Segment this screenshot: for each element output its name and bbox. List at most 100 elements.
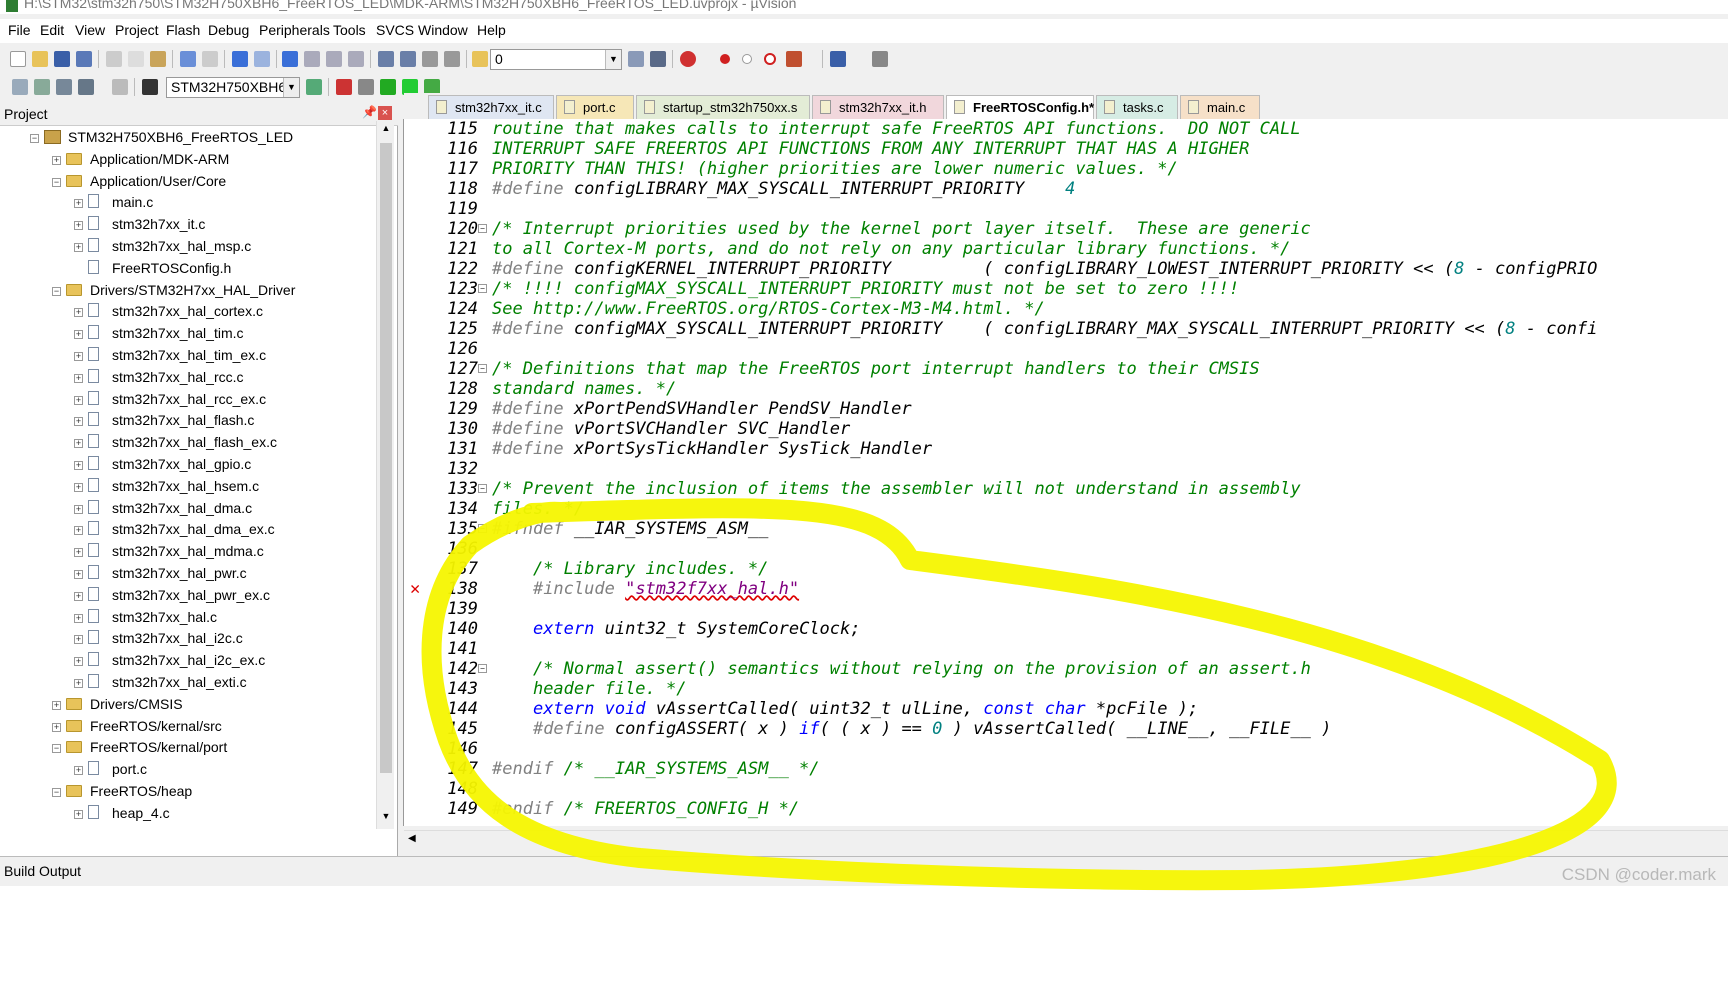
tree-file[interactable]: + stm32h7xx_hal_hsem.c <box>0 477 374 499</box>
tree-folder[interactable]: − Application/User/Core <box>0 172 374 194</box>
fold-toggle-icon[interactable]: − <box>478 284 487 293</box>
expand-toggle-icon[interactable]: + <box>74 221 83 231</box>
expand-toggle-icon[interactable]: + <box>74 439 83 449</box>
menu-edit[interactable]: Edit <box>40 22 64 38</box>
file-extensions-icon[interactable] <box>358 79 374 95</box>
tree-file[interactable]: + stm32h7xx_hal_tim.c <box>0 324 374 346</box>
breakpoint-disable-icon[interactable] <box>742 54 752 64</box>
expand-toggle-icon[interactable]: + <box>74 809 83 819</box>
code-line[interactable]: 133−/* Prevent the inclusion of items th… <box>404 479 1728 499</box>
tree-file[interactable]: + stm32h7xx_hal.c <box>0 608 374 630</box>
menu-tools[interactable]: Tools <box>333 22 366 38</box>
editor-horizontal-scrollbar[interactable]: ◀ <box>404 830 1728 848</box>
close-icon[interactable]: × <box>378 106 392 120</box>
expand-toggle-icon[interactable]: + <box>74 373 83 383</box>
code-line[interactable]: 146 <box>404 739 1728 759</box>
comment-icon[interactable] <box>422 51 438 67</box>
indent-icon[interactable] <box>378 51 394 67</box>
expand-toggle-icon[interactable]: + <box>52 722 61 732</box>
fold-toggle-icon[interactable]: − <box>478 664 487 673</box>
copy-icon[interactable] <box>128 51 144 67</box>
code-line[interactable]: 127−/* Definitions that map the FreeRTOS… <box>404 359 1728 379</box>
fold-toggle-icon[interactable]: − <box>478 484 487 493</box>
menu-project[interactable]: Project <box>115 22 159 38</box>
code-line[interactable]: 136 <box>404 539 1728 559</box>
menu-flash[interactable]: Flash <box>166 22 200 38</box>
tree-file[interactable]: + stm32h7xx_hal_pwr.c <box>0 564 374 586</box>
bookmark-next-icon[interactable] <box>326 51 342 67</box>
expand-toggle-icon[interactable]: + <box>74 482 83 492</box>
collapse-toggle-icon[interactable]: − <box>52 744 61 754</box>
tree-folder[interactable]: − FreeRTOS/heap <box>0 782 374 804</box>
save-icon[interactable] <box>54 51 70 67</box>
code-line[interactable]: 125 #define configMAX_SYSCALL_INTERRUPT_P… <box>404 319 1728 339</box>
tree-file[interactable]: + stm32h7xx_hal_pwr_ex.c <box>0 586 374 608</box>
code-line[interactable]: 145 #define configASSERT( x ) if( ( x ) … <box>404 719 1728 739</box>
code-line[interactable]: 143 header file. */ <box>404 679 1728 699</box>
nav-forward-icon[interactable] <box>254 51 270 67</box>
tree-file[interactable]: + stm32h7xx_it.c <box>0 215 374 237</box>
menu-file[interactable]: File <box>8 22 31 38</box>
tree-file[interactable]: + stm32h7xx_hal_tim_ex.c <box>0 346 374 368</box>
code-line[interactable]: 138 ✕ #include "stm32f7xx_hal.h" <box>404 579 1728 599</box>
menu-window[interactable]: Window <box>418 22 468 38</box>
code-line[interactable]: 139 <box>404 599 1728 619</box>
target-combo[interactable]: STM32H750XBH6_F ▼ <box>166 77 300 98</box>
fold-toggle-icon[interactable]: − <box>478 364 487 373</box>
cut-icon[interactable] <box>106 51 122 67</box>
menu-svcs[interactable]: SVCS <box>376 22 414 38</box>
tree-file[interactable]: CMSIS <box>0 826 374 828</box>
tree-file[interactable]: FreeRTOSConfig.h <box>0 259 374 281</box>
scroll-up-icon[interactable]: ▲ <box>379 123 393 137</box>
code-line[interactable]: 147 #endif /* __IAR_SYSTEMS_ASM__ */ <box>404 759 1728 779</box>
code-line[interactable]: 141 <box>404 639 1728 659</box>
file-tab-stm32h7xx-it-h[interactable]: stm32h7xx_it.h <box>812 95 944 119</box>
code-line[interactable]: 126 <box>404 339 1728 359</box>
tree-file[interactable]: + stm32h7xx_hal_i2c_ex.c <box>0 651 374 673</box>
expand-toggle-icon[interactable]: + <box>74 395 83 405</box>
code-line[interactable]: 137 /* Library includes. */ <box>404 559 1728 579</box>
code-line[interactable]: 149 #endif /* FREERTOS_CONFIG_H */ <box>404 799 1728 819</box>
scroll-left-icon[interactable]: ◀ <box>408 833 416 844</box>
expand-toggle-icon[interactable]: + <box>74 548 83 558</box>
expand-toggle-icon[interactable]: + <box>52 155 61 165</box>
tree-file[interactable]: + stm32h7xx_hal_dma_ex.c <box>0 520 374 542</box>
build-icon[interactable] <box>34 79 50 95</box>
window-layout-icon[interactable] <box>830 51 846 67</box>
chevron-down-icon[interactable]: ▼ <box>605 50 621 69</box>
bookmark-toggle-icon[interactable] <box>282 51 298 67</box>
expand-toggle-icon[interactable]: + <box>74 635 83 645</box>
code-line[interactable]: 120−/* Interrupt priorities used by the … <box>404 219 1728 239</box>
tree-file[interactable]: + stm32h7xx_hal_mdma.c <box>0 542 374 564</box>
tree-file[interactable]: + stm32h7xx_hal_exti.c <box>0 673 374 695</box>
collapse-toggle-icon[interactable]: − <box>52 286 61 296</box>
open-file-icon[interactable] <box>32 51 48 67</box>
batch-build-icon[interactable] <box>78 79 94 95</box>
expand-toggle-icon[interactable]: + <box>74 591 83 601</box>
file-tab-tasks-c[interactable]: tasks.c <box>1096 95 1178 119</box>
tree-file[interactable]: + stm32h7xx_hal_gpio.c <box>0 455 374 477</box>
code-line[interactable]: 123−/* !!!! configMAX_SYSCALL_INTERRUPT_… <box>404 279 1728 299</box>
tree-file[interactable]: + stm32h7xx_hal_rcc.c <box>0 368 374 390</box>
code-line[interactable]: 142− /* Normal assert() semantics withou… <box>404 659 1728 679</box>
breakpoint-disable-all-icon[interactable] <box>764 53 776 65</box>
code-line[interactable]: 135− #ifndef __IAR_SYSTEMS_ASM__ <box>404 519 1728 539</box>
tree-file[interactable]: + heap_4.c <box>0 804 374 826</box>
tree-file[interactable]: + stm32h7xx_hal_i2c.c <box>0 629 374 651</box>
file-tab-main-c[interactable]: main.c <box>1180 95 1260 119</box>
code-line[interactable]: 115 routine that makes calls to interrupt… <box>404 119 1728 139</box>
collapse-toggle-icon[interactable]: − <box>52 177 61 187</box>
code-line[interactable]: 129 #define xPortPendSVHandler PendSV_Han… <box>404 399 1728 419</box>
code-line[interactable]: 132 <box>404 459 1728 479</box>
expand-toggle-icon[interactable]: + <box>74 570 83 579</box>
bookmark-clear-icon[interactable] <box>348 51 364 67</box>
menu-peripherals[interactable]: Peripherals <box>259 22 330 38</box>
pin-icon[interactable]: 📌 <box>362 105 377 119</box>
collapse-toggle-icon[interactable]: − <box>30 134 39 143</box>
stop-build-icon[interactable] <box>112 79 128 95</box>
undo-icon[interactable] <box>180 51 196 67</box>
code-line[interactable]: 121 to all Cortex-M ports, and do not rel… <box>404 239 1728 259</box>
manage-project-items-icon[interactable] <box>336 79 352 95</box>
code-line[interactable]: 116 INTERRUPT SAFE FREERTOS API FUNCTIONS… <box>404 139 1728 159</box>
breakpoint-insert-icon[interactable] <box>720 54 730 64</box>
